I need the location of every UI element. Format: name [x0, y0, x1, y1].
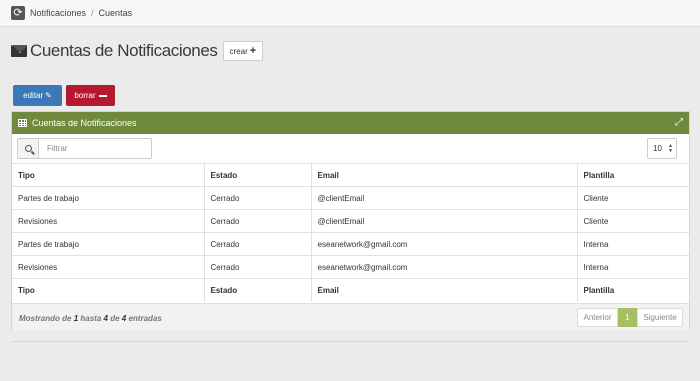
panel-title: Cuentas de Notificaciones [32, 118, 137, 128]
cell-email: eseanetwork@gmail.com [310, 232, 577, 256]
cell-email: @clientEmail [310, 209, 577, 233]
create-button-label: crear [229, 46, 248, 56]
cell-estado: Cerrado [203, 209, 311, 233]
edit-button[interactable]: editar ✎ [13, 85, 62, 106]
plus-icon: + [249, 44, 257, 57]
cell-email: @clientEmail [310, 186, 577, 210]
info-suffix: entradas [128, 314, 162, 323]
cell-plantilla: Interna [576, 255, 689, 279]
table-row[interactable]: Revisiones Cerrado @clientEmail Cliente [12, 209, 689, 233]
footer-column-plantilla: Plantilla [576, 278, 689, 302]
page-size-select[interactable]: 10 ▲ ▼ [647, 138, 677, 159]
footer-column-tipo: Tipo [12, 278, 204, 302]
pencil-icon: ✎ [45, 91, 52, 100]
create-button[interactable]: crear + [222, 41, 264, 61]
search-icon [17, 138, 39, 159]
cell-estado: Cerrado [203, 232, 311, 256]
cell-tipo: Revisiones [12, 209, 204, 233]
breadcrumb-separator: / [91, 8, 94, 18]
info-of: de [110, 314, 120, 323]
breadcrumb-notificaciones[interactable]: Notificaciones [30, 8, 86, 18]
accounts-table: Tipo Estado Email Plantilla Partes de tr… [12, 163, 689, 302]
delete-button[interactable]: borrar [66, 85, 115, 106]
edit-button-label: editar [23, 91, 44, 100]
cell-estado: Cerrado [203, 186, 311, 210]
minus-icon [98, 94, 107, 97]
page-header: Cuentas de Notificaciones crear + [11, 40, 264, 62]
info-start: 1 [73, 314, 79, 323]
top-bar: ⟳ Notificaciones / Cuentas [0, 0, 700, 27]
next-page-button[interactable]: Siguiente [637, 308, 683, 327]
panel-header: Cuentas de Notificaciones ⤢ [12, 112, 689, 134]
cell-estado: Cerrado [203, 255, 311, 279]
cell-plantilla: Cliente [576, 186, 689, 210]
info-prefix: Mostrando de [19, 314, 72, 323]
column-header-tipo[interactable]: Tipo [12, 163, 204, 187]
cell-email: eseanetwork@gmail.com [310, 255, 577, 279]
page-title: Cuentas de Notificaciones [30, 41, 218, 60]
delete-button-label: borrar [74, 91, 96, 100]
breadcrumb-cuentas: Cuentas [98, 8, 133, 18]
table-footer: Mostrando de 1 hasta 4 de 4 entradas Ant… [12, 303, 689, 330]
entries-info: Mostrando de 1 hasta 4 de 4 entradas [19, 314, 162, 323]
table-icon [18, 119, 27, 127]
accounts-panel: Cuentas de Notificaciones ⤢ 10 ▲▼ Tipo E… [11, 111, 690, 330]
filter-group [17, 138, 152, 159]
filter-input[interactable] [39, 138, 152, 159]
column-header-estado[interactable]: Estado [203, 163, 311, 187]
prev-page-button[interactable]: Anterior [577, 308, 618, 327]
cell-plantilla: Interna [576, 232, 689, 256]
divider [11, 341, 690, 342]
column-header-plantilla[interactable]: Plantilla [576, 163, 689, 187]
cell-tipo: Partes de trabajo [12, 232, 204, 256]
table-row[interactable]: Partes de trabajo Cerrado eseanetwork@gm… [12, 232, 689, 256]
cell-plantilla: Cliente [576, 209, 689, 233]
table-row[interactable]: Revisiones Cerrado eseanetwork@gmail.com… [12, 255, 689, 279]
refresh-icon[interactable]: ⟳ [11, 6, 25, 20]
expand-icon[interactable]: ⤢ [675, 118, 683, 128]
table-row[interactable]: Partes de trabajo Cerrado @clientEmail C… [12, 186, 689, 210]
info-end: 4 [103, 314, 108, 323]
page-size-value: 10 [653, 144, 662, 153]
pagination: Anterior 1 Siguiente [577, 308, 683, 327]
info-total: 4 [121, 314, 127, 323]
column-header-email[interactable]: Email [310, 163, 577, 187]
table-footer-header-row: Tipo Estado Email Plantilla [12, 278, 689, 302]
envelope-icon [11, 45, 27, 57]
footer-column-estado: Estado [203, 278, 311, 302]
select-arrows-icon: ▲ ▼ [668, 143, 673, 154]
cell-tipo: Partes de trabajo [12, 186, 204, 210]
info-mid: hasta [80, 314, 102, 323]
cell-tipo: Revisiones [12, 255, 204, 279]
footer-column-email: Email [310, 278, 577, 302]
page-1-button[interactable]: 1 [618, 308, 637, 327]
table-header-row: Tipo Estado Email Plantilla [12, 163, 689, 187]
